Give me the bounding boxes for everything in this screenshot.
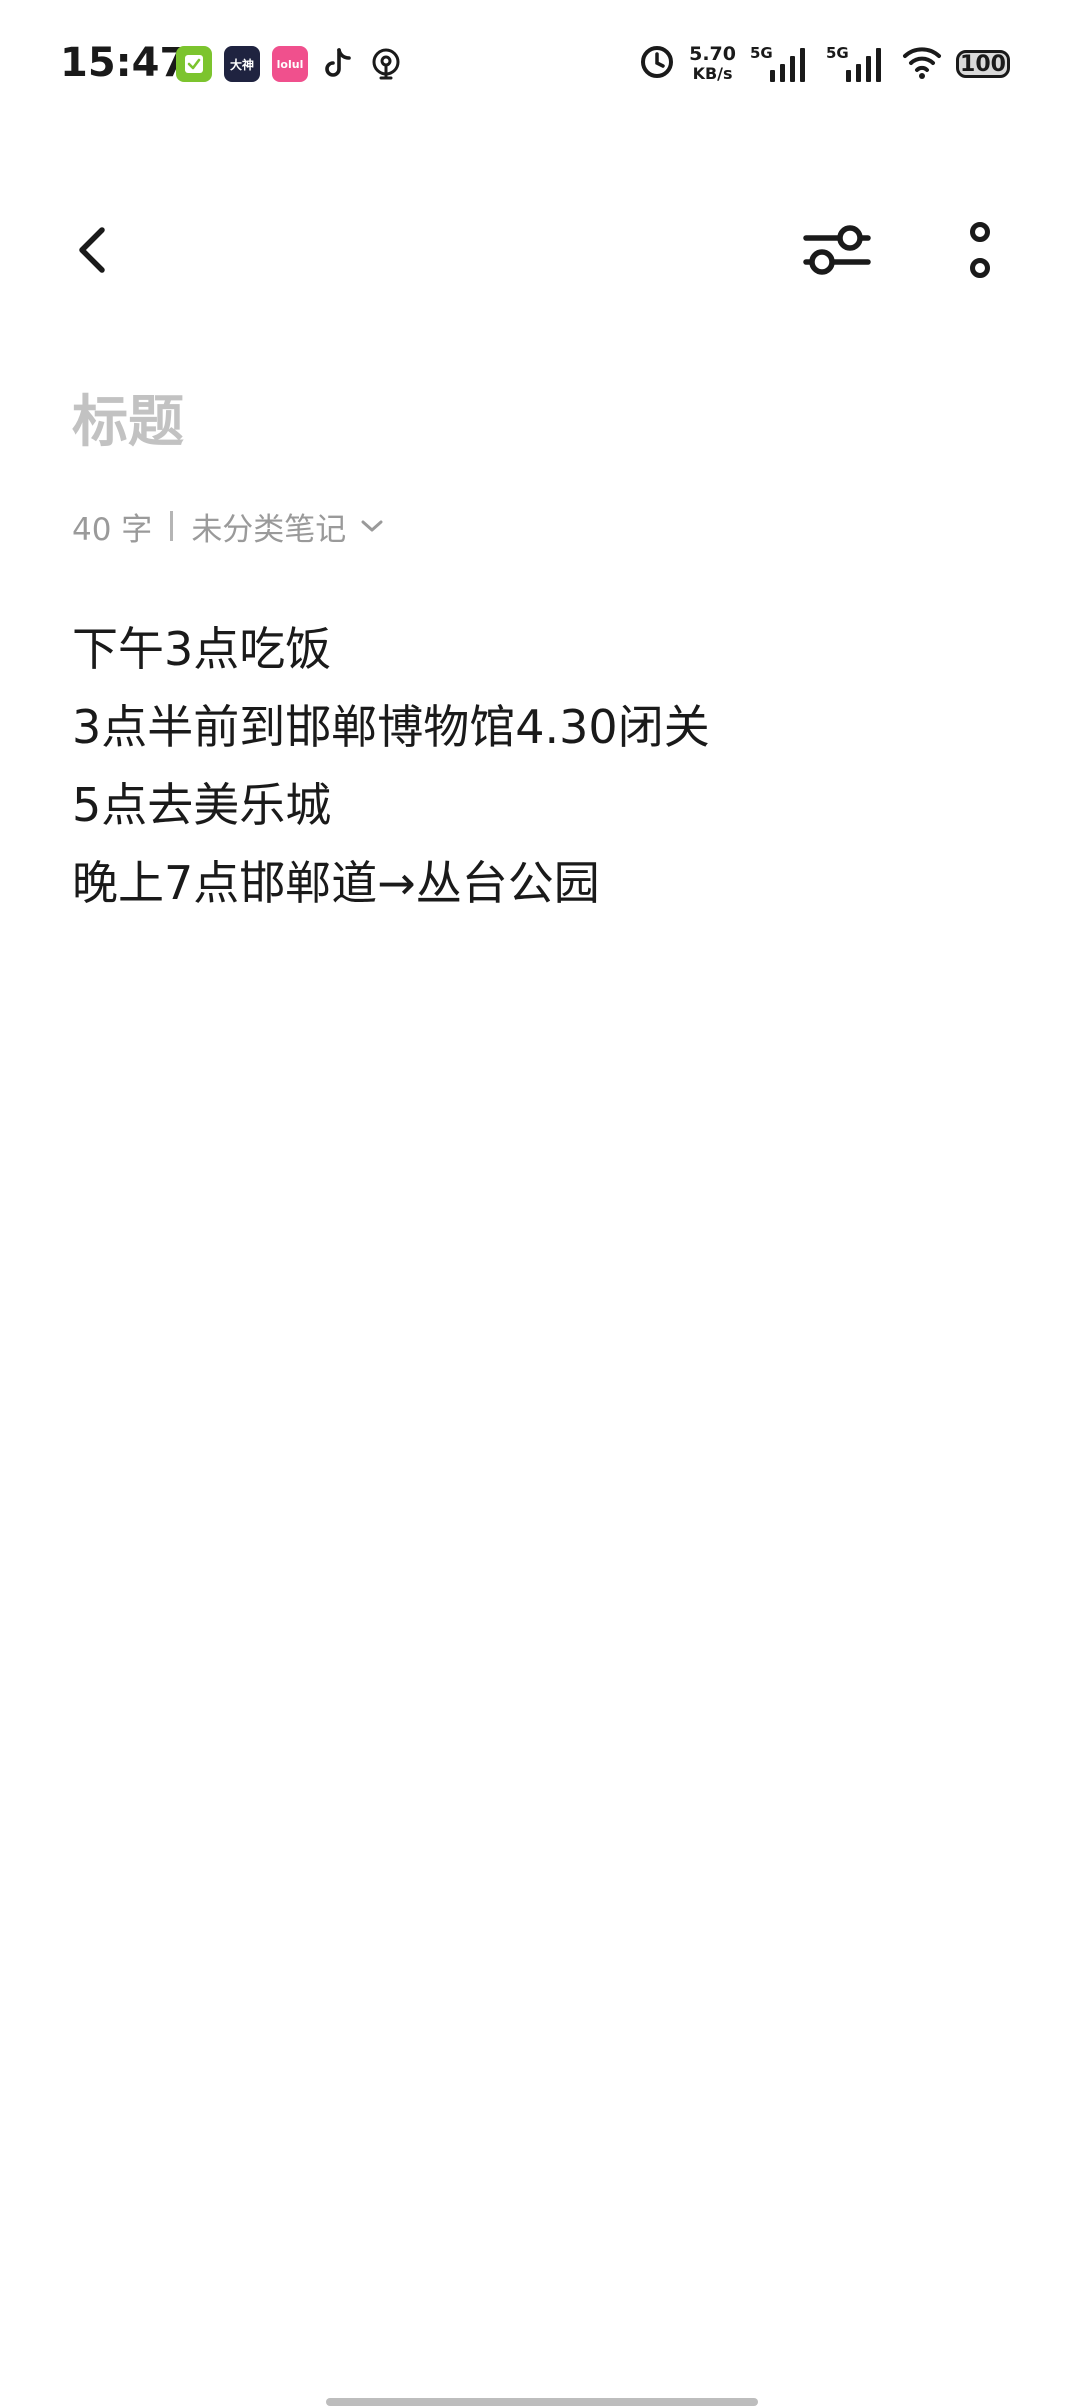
podcast-icon xyxy=(368,46,404,82)
network-speed-value: 5.70 xyxy=(689,43,736,65)
sim2-network-tag: 5G xyxy=(826,44,849,62)
dashen-app-icon: 大神 xyxy=(224,46,260,82)
status-time: 15:47 xyxy=(60,40,188,86)
format-settings-button[interactable] xyxy=(802,218,872,282)
sim1-network-tag: 5G xyxy=(750,44,773,62)
note-line: 晚上7点邯郸道→丛台公园 xyxy=(72,856,600,910)
category-label: 未分类笔记 xyxy=(191,511,347,548)
home-indicator[interactable] xyxy=(326,2398,758,2406)
system-icons: 5.70 KB/s 5G 5G 100 xyxy=(639,44,1010,84)
notification-icons: 大神 lolul xyxy=(176,46,404,82)
chevron-down-icon xyxy=(360,518,384,534)
note-line: 下午3点吃饭 xyxy=(72,622,332,676)
note-meta: 40 字 未分类笔记 xyxy=(72,504,384,548)
sim1-signal: 5G xyxy=(750,44,812,84)
sim2-signal: 5G xyxy=(826,44,888,84)
network-speed-unit: KB/s xyxy=(692,64,733,83)
tiktok-icon xyxy=(320,46,356,82)
more-vertical-icon xyxy=(970,222,990,278)
category-selector[interactable]: 未分类笔记 xyxy=(191,504,384,549)
battery-indicator: 100 xyxy=(956,50,1010,78)
checklist-app-icon xyxy=(176,46,212,82)
note-body-editor[interactable]: 下午3点吃饭 3点半前到邯郸博物馆4.30闭关 5点去美乐城 晚上7点邯郸道→丛… xyxy=(72,610,1022,922)
wifi-icon xyxy=(902,44,942,84)
back-button[interactable] xyxy=(60,218,124,282)
note-title-input[interactable] xyxy=(72,380,972,464)
sliders-icon xyxy=(803,225,871,275)
note-line: 3点半前到邯郸博物馆4.30闭关 xyxy=(72,700,710,754)
meta-divider xyxy=(170,511,174,541)
back-arrow-icon xyxy=(79,227,105,273)
alarm-icon xyxy=(639,44,675,84)
more-options-button[interactable] xyxy=(945,212,1015,288)
pink-app-icon: lolul xyxy=(272,46,308,82)
note-line: 5点去美乐城 xyxy=(72,778,332,832)
network-speed: 5.70 KB/s xyxy=(689,43,736,84)
word-count: 40 字 xyxy=(72,511,153,548)
status-bar: 15:47 大神 lolul 5.70 KB/s 5G 5G 100 xyxy=(0,0,1080,130)
note-toolbar xyxy=(0,200,1080,300)
